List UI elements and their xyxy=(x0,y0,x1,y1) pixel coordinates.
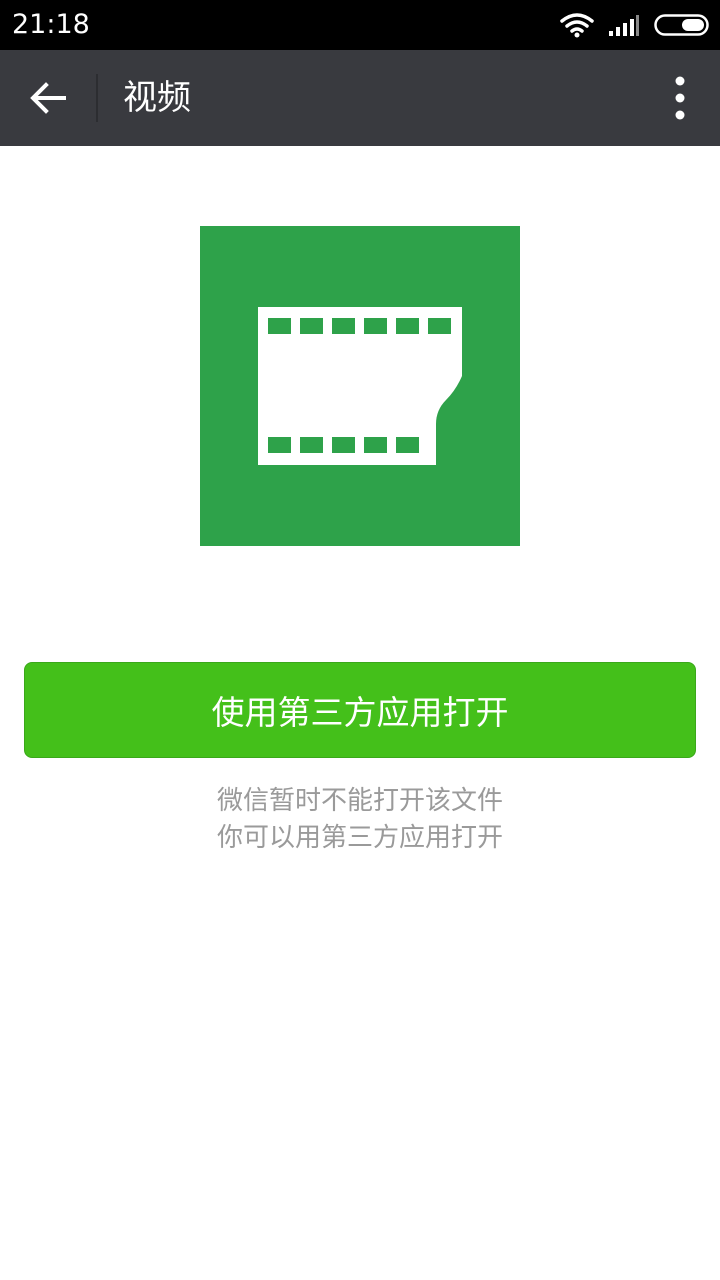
hint-line-1: 微信暂时不能打开该文件 xyxy=(216,786,503,816)
signal-icon xyxy=(609,15,639,36)
back-button[interactable] xyxy=(16,66,80,130)
wifi-icon xyxy=(560,13,594,38)
battery-icon xyxy=(654,14,709,36)
status-icons xyxy=(560,10,710,40)
arrow-left-icon xyxy=(30,82,66,114)
video-file-icon xyxy=(200,226,520,546)
status-bar: 21:18 xyxy=(0,0,720,50)
app-bar-divider xyxy=(96,74,98,122)
more-vertical-icon xyxy=(675,76,685,120)
app-bar: 视频 xyxy=(0,50,720,146)
more-button[interactable] xyxy=(664,66,696,130)
unsupported-file-hint: 微信暂时不能打开该文件 你可以用第三方应用打开 xyxy=(0,783,720,857)
film-strip-icon xyxy=(258,307,462,465)
open-with-third-party-button[interactable]: 使用第三方应用打开 xyxy=(24,662,696,758)
page-title: 视频 xyxy=(123,78,191,118)
status-time: 21:18 xyxy=(12,9,90,40)
hint-line-2: 你可以用第三方应用打开 xyxy=(216,823,503,853)
